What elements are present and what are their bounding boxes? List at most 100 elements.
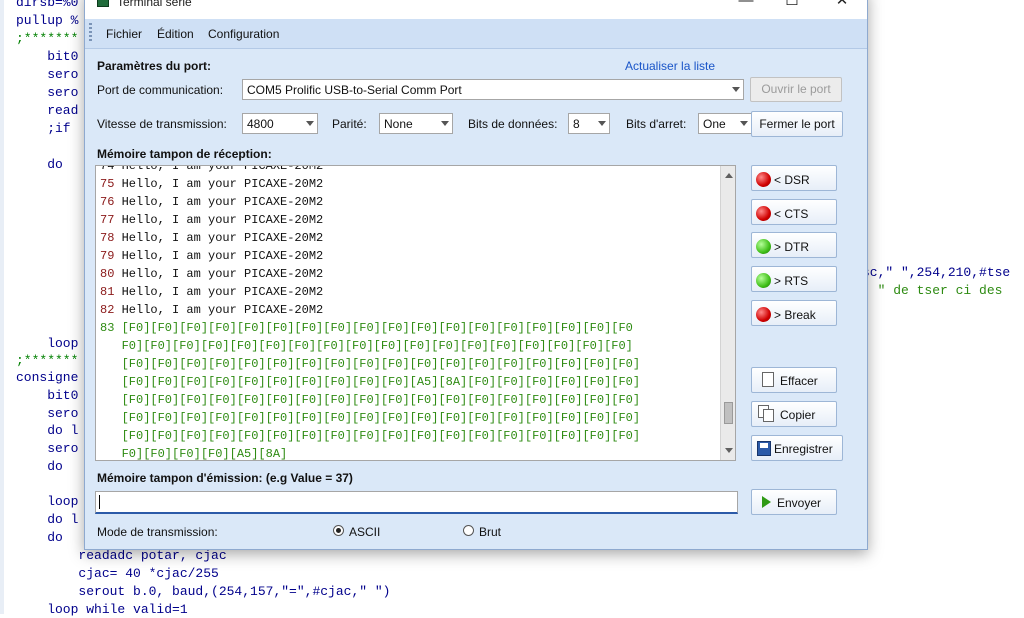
send-button[interactable]: Envoyer	[751, 489, 837, 515]
editor-line: consigne	[16, 370, 79, 385]
editor-line: sero	[16, 441, 79, 456]
mode-raw-radio[interactable]	[463, 525, 474, 536]
rx-line: 81 Hello, I am your PICAXE-20M2	[100, 283, 323, 301]
rx-line: 78 Hello, I am your PICAXE-20M2	[100, 229, 323, 247]
play-arrow-icon	[762, 496, 771, 508]
status-led-icon	[756, 172, 771, 187]
rx-hex-line: [F0][F0][F0][F0][F0][F0][F0][F0][F0][F0]…	[100, 411, 641, 425]
databits-select[interactable]: 8	[568, 113, 610, 134]
editor-line: do l	[16, 512, 79, 527]
chevron-down-icon	[740, 121, 748, 126]
signal-button-label: > DTR	[774, 240, 810, 255]
rx-buffer-textbox[interactable]: 74 Hello, I am your PICAXE-20M2 75 Hello…	[95, 165, 736, 461]
editor-line: bit0	[16, 49, 79, 64]
rx-line-text: Hello, I am your PICAXE-20M2	[114, 285, 324, 299]
rx-line: 80 Hello, I am your PICAXE-20M2	[100, 265, 323, 283]
maximize-button[interactable]: ☐	[769, 0, 815, 15]
rx-hex-line: [F0][F0][F0][F0][F0][F0][F0][F0][F0][F0]…	[100, 357, 641, 371]
speed-value: 4800	[247, 117, 274, 131]
status-led-icon	[756, 205, 771, 221]
rx-hex-line: [F0][F0][F0][F0][F0][F0][F0][F0][F0][F0]…	[100, 375, 641, 389]
copy-button-label: Copier	[780, 408, 816, 422]
menu-edition[interactable]: Édition	[157, 27, 194, 41]
rx-hex-line: 83 [F0][F0][F0][F0][F0][F0][F0][F0][F0][…	[100, 321, 633, 335]
rx-line-text: Hello, I am your PICAXE-20M2	[114, 303, 324, 317]
tx-input-field[interactable]	[95, 491, 738, 514]
menu-grip-handle	[89, 23, 92, 43]
speed-label: Vitesse de transmission:	[97, 117, 227, 131]
close-window-button[interactable]: ✕	[819, 0, 865, 15]
signal-button[interactable]: > Break	[751, 299, 837, 326]
copy-button[interactable]: Copier	[751, 401, 837, 427]
open-port-button[interactable]: Ouvrir le port	[750, 77, 842, 102]
editor-line-right-fragment-1: sc," ",254,210,#tse	[862, 265, 1011, 280]
menu-configuration[interactable]: Configuration	[208, 27, 279, 41]
editor-line: do	[16, 530, 63, 545]
clear-button-label: Effacer	[780, 374, 818, 388]
editor-line: do	[16, 459, 63, 474]
chevron-down-icon	[598, 121, 606, 126]
signal-button-label: > RTS	[774, 274, 809, 289]
rx-line-number: 78	[100, 231, 115, 245]
close-port-button[interactable]: Fermer le port	[751, 111, 843, 137]
parity-select[interactable]: None	[379, 113, 453, 134]
speed-select[interactable]: 4800	[242, 113, 318, 134]
com-port-select[interactable]: COM5 Prolific USB-to-Serial Comm Port	[242, 79, 744, 100]
signal-button[interactable]: < DSR	[751, 165, 837, 191]
clear-button[interactable]: Effacer	[751, 367, 837, 393]
save-button-label: Enregistrer	[774, 442, 833, 456]
page-icon	[762, 372, 774, 387]
rx-scrollbar[interactable]	[720, 166, 735, 460]
editor-line: pullup %	[16, 13, 79, 28]
rx-hex-line: [F0][F0][F0][F0][F0][F0][F0][F0][F0][F0]…	[100, 393, 641, 407]
minimize-button[interactable]: —	[723, 0, 769, 15]
signal-button[interactable]: > RTS	[751, 266, 837, 293]
editor-line: ;*******	[16, 353, 79, 368]
menu-fichier[interactable]: Fichier	[106, 27, 142, 41]
floppy-disk-icon	[757, 441, 771, 456]
mode-raw-label[interactable]: Brut	[479, 525, 501, 539]
editor-line: serout b.0, baud,(254,157,"=",#cjac," ")	[16, 584, 391, 599]
rx-line: 79 Hello, I am your PICAXE-20M2	[100, 247, 323, 265]
mode-ascii-label[interactable]: ASCII	[349, 525, 380, 539]
rx-buffer-label: Mémoire tampon de réception:	[97, 147, 272, 161]
com-port-value: COM5 Prolific USB-to-Serial Comm Port	[247, 83, 462, 97]
refresh-list-link[interactable]: Actualiser la liste	[625, 59, 715, 73]
editor-line: do	[16, 157, 63, 172]
scroll-up-arrow-icon[interactable]	[725, 173, 733, 178]
mode-ascii-radio[interactable]	[333, 525, 344, 536]
copy-icon-front	[763, 409, 774, 422]
signal-button[interactable]: < CTS	[751, 198, 837, 225]
editor-line: sero	[16, 67, 79, 82]
text-caret	[99, 495, 100, 509]
scroll-down-arrow-icon[interactable]	[725, 448, 733, 453]
send-button-label: Envoyer	[777, 496, 822, 510]
stopbits-select[interactable]: One	[698, 113, 752, 134]
signal-button[interactable]: > DTR	[751, 232, 837, 259]
rx-line-text: Hello, I am your PICAXE-20M2	[114, 249, 324, 263]
rx-line-number: 76	[100, 195, 115, 209]
rx-line-number: 81	[100, 285, 115, 299]
rx-line-text: Hello, I am your PICAXE-20M2	[114, 231, 324, 245]
save-button[interactable]: Enregistrer	[751, 435, 843, 461]
rx-line-number: 82	[100, 303, 115, 317]
editor-line: read	[16, 103, 79, 118]
editor-line: sero	[16, 406, 79, 421]
parity-value: None	[384, 117, 413, 131]
com-port-label: Port de communication:	[97, 83, 224, 97]
rx-line: 76 Hello, I am your PICAXE-20M2	[100, 193, 323, 211]
port-section-label: Paramètres du port:	[97, 59, 212, 73]
status-led-icon	[756, 273, 771, 289]
editor-line: loop while valid=1	[16, 602, 188, 617]
scroll-thumb[interactable]	[724, 402, 733, 424]
chevron-down-icon	[441, 121, 449, 126]
editor-line: ;*******	[16, 31, 79, 46]
chevron-down-icon	[732, 87, 740, 92]
status-led-icon	[756, 306, 771, 322]
rx-line: 82 Hello, I am your PICAXE-20M2	[100, 301, 323, 319]
window-title: Terminal série	[117, 0, 192, 9]
stopbits-value: One	[703, 117, 726, 131]
editor-line: do l	[16, 423, 79, 438]
databits-label: Bits de données:	[468, 117, 558, 131]
title-bar[interactable]: Terminal série — ☐ ✕	[85, 0, 867, 19]
